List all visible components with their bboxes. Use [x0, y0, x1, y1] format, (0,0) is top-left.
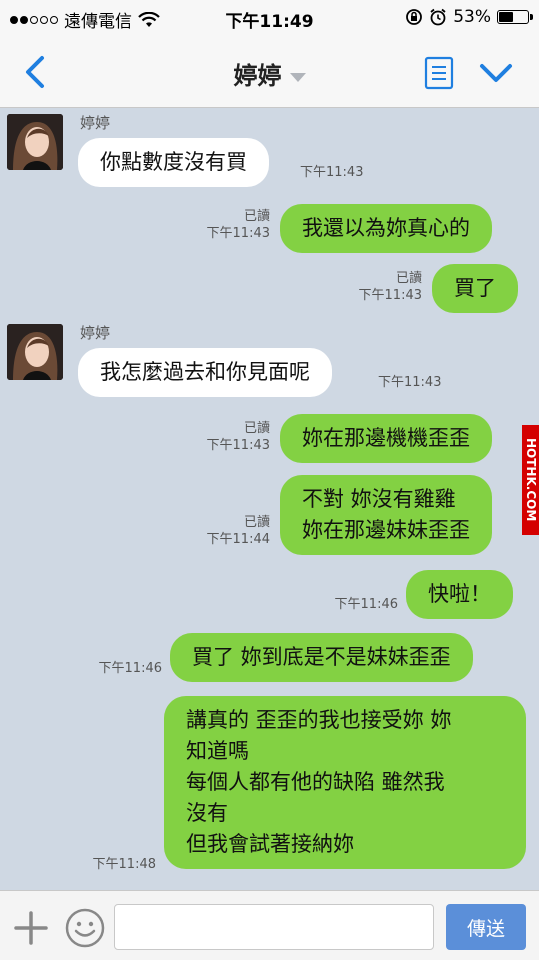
message-timestamp: 下午11:43 [358, 288, 422, 303]
message-meta: 已讀 下午11:44 [190, 514, 270, 548]
message-bubble-outgoing[interactable]: 不對 妳沒有雞雞 妳在那邊妹妹歪歪 [280, 475, 492, 555]
message-meta: 下午11:46 [82, 660, 162, 677]
message-timestamp: 下午11:46 [98, 661, 162, 676]
message-bubble-outgoing[interactable]: 我還以為妳真心的 [280, 204, 492, 253]
status-bar: 遠傳電信 下午11:49 53% [0, 0, 539, 36]
message-timestamp: 下午11:46 [334, 597, 398, 612]
message-bubble-outgoing[interactable]: 妳在那邊機機歪歪 [280, 414, 492, 463]
message-bubble-outgoing[interactable]: 買了 [432, 264, 518, 313]
chat-header: 婷婷 [0, 36, 539, 108]
battery-icon [497, 10, 533, 24]
message-bubble-outgoing[interactable]: 講真的 歪歪的我也接受妳 妳 知道嗎 每個人都有他的缺陷 雖然我 沒有 但我會試… [164, 696, 526, 869]
read-receipt: 已讀 [243, 421, 270, 436]
read-receipt: 已讀 [243, 209, 270, 224]
read-receipt: 已讀 [243, 515, 270, 530]
message-meta: 已讀 下午11:43 [190, 420, 270, 454]
message-meta: 已讀 下午11:43 [342, 270, 422, 304]
battery-fill [499, 12, 514, 22]
message-time: 下午11:43 [378, 374, 458, 391]
message-timestamp: 下午11:43 [378, 375, 442, 390]
message-bubble-incoming[interactable]: 我怎麼過去和你見面呢 [78, 348, 332, 397]
contact-name: 婷婷 [233, 62, 282, 90]
message-time: 下午11:43 [300, 164, 378, 181]
chat-log[interactable]: 婷婷 你點數度沒有買 下午11:43 已讀 下午11:43 我還以為妳真心的 已… [0, 108, 539, 890]
message-timestamp: 下午11:43 [206, 226, 270, 241]
plus-icon[interactable] [14, 911, 48, 945]
message-meta: 下午11:48 [76, 856, 156, 873]
battery-percent: 53% [453, 7, 491, 27]
smiley-icon[interactable] [64, 907, 106, 949]
alarm-icon [430, 8, 446, 26]
avatar-photo [7, 324, 63, 380]
message-bubble-outgoing[interactable]: 快啦！ [406, 570, 513, 619]
message-bubble-outgoing[interactable]: 買了 妳到底是不是妹妹歪歪 [170, 633, 473, 682]
chevron-down-icon[interactable] [478, 58, 514, 88]
title-dropdown-icon [289, 72, 306, 82]
status-right: 53% [405, 7, 533, 27]
rotation-lock-icon [406, 9, 423, 25]
message-timestamp: 下午11:44 [206, 532, 270, 547]
message-bubble-incoming[interactable]: 你點數度沒有買 [78, 138, 269, 187]
contact-avatar[interactable] [7, 324, 63, 380]
chat-title[interactable]: 婷婷 [0, 56, 539, 91]
avatar-photo [7, 114, 63, 170]
message-meta: 下午11:46 [318, 596, 398, 613]
contact-avatar[interactable] [7, 114, 63, 170]
read-receipt: 已讀 [395, 271, 422, 286]
message-meta: 已讀 下午11:43 [190, 208, 270, 242]
sender-name: 婷婷 [80, 324, 111, 342]
sender-name: 婷婷 [80, 114, 111, 132]
message-timestamp: 下午11:43 [206, 438, 270, 453]
message-input[interactable] [114, 904, 434, 950]
watermark: HOTHK.COM [522, 425, 539, 535]
note-icon[interactable] [424, 56, 454, 90]
message-timestamp: 下午11:43 [300, 165, 364, 180]
message-timestamp: 下午11:48 [92, 857, 156, 872]
message-input-bar: 傳送 [0, 890, 539, 960]
send-button[interactable]: 傳送 [446, 904, 526, 950]
